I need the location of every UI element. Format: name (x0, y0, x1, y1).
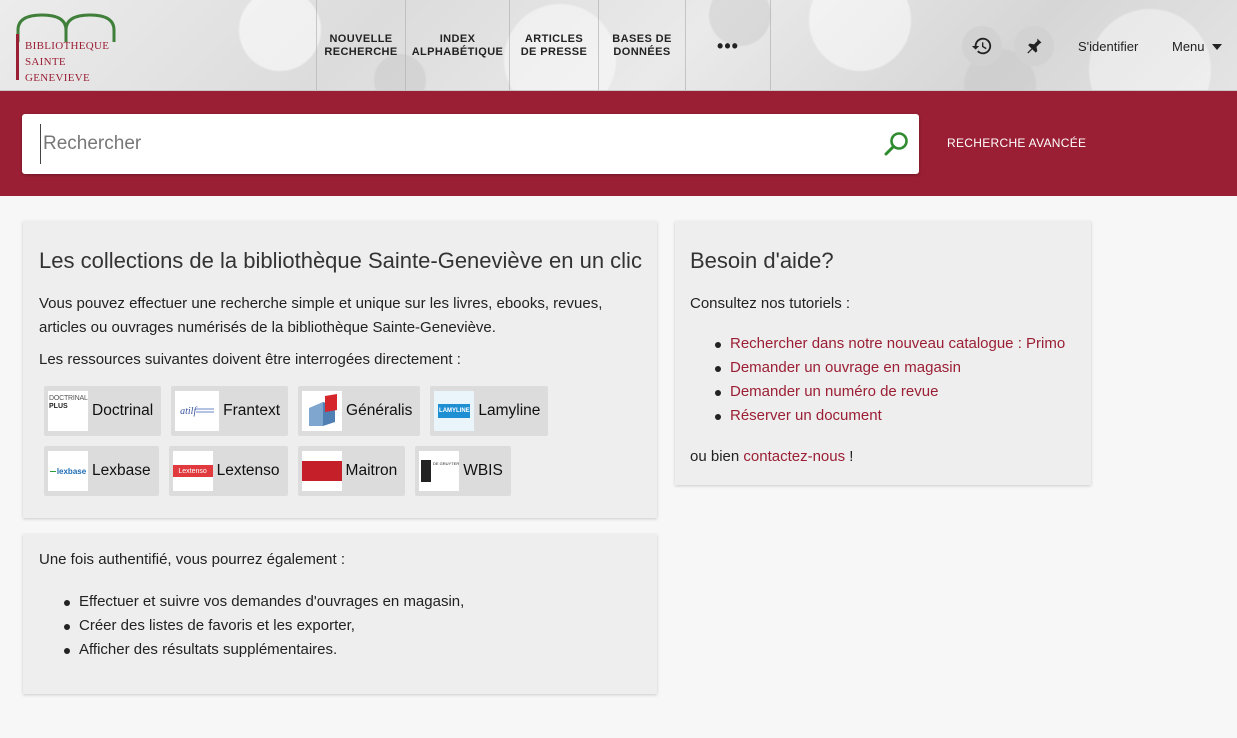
pinned-items-button[interactable] (1014, 26, 1054, 66)
maitron-logo-icon (301, 451, 342, 491)
auth-benefits-list: Effectuer et suivre vos demandes d'ouvra… (39, 590, 464, 662)
nav-alphabetical-index[interactable]: INDEX ALPHABÉTIQUE (405, 0, 509, 90)
history-button[interactable] (962, 26, 1002, 66)
help-title: Besoin d'aide? (690, 248, 834, 273)
tutorial-link-reserve[interactable]: Réserver un document (730, 407, 882, 424)
resource-label: Doctrinal (92, 402, 154, 419)
generalis-cube-icon (309, 394, 338, 426)
resources-row: lexbase Lexbase Lextenso Lextenso Maitro… (44, 446, 521, 496)
frantext-logo-text: atilf (180, 405, 197, 417)
history-icon (971, 37, 992, 55)
wbis-logo-icon: DE GRUYTER (419, 451, 460, 491)
tutorial-link-request-book[interactable]: Demander un ouvrage en magasin (730, 359, 961, 376)
main-nav: NOUVELLE RECHERCHE INDEX ALPHABÉTIQUE ARTI… (316, 0, 771, 90)
lamyline-logo-icon: LAMYLINE (434, 391, 475, 431)
nav-more-button[interactable]: ••• (685, 0, 771, 90)
resource-label: Lextenso (216, 462, 280, 479)
search-icon[interactable] (883, 130, 911, 158)
frantext-logo-icon: atilf (175, 391, 220, 431)
library-logo[interactable]: BIBLIOTHEQUE SAINTE GENEVIEVE (16, 12, 118, 84)
nav-label-line1: BASES DE (612, 32, 672, 45)
menu-label: Menu (1172, 39, 1205, 54)
collections-title: Les collections de la bibliothèque Saint… (39, 248, 642, 273)
lamyline-logo-text: LAMYLINE (439, 408, 470, 414)
nav-label-line2: DE PRESSE (520, 45, 588, 58)
collections-intro: Vous pouvez effectuer une recherche simp… (39, 292, 639, 340)
logo-bar-icon (16, 34, 19, 80)
resource-lamyline[interactable]: LAMYLINE Lamyline (430, 386, 549, 436)
resources-row: DOCTRINAL PLUS Doctrinal atilf Frantext … (44, 386, 558, 436)
list-item: Effectuer et suivre vos demandes d'ouvra… (39, 590, 464, 614)
resource-lexbase[interactable]: lexbase Lexbase (44, 446, 159, 496)
contact-prefix: ou bien (690, 448, 740, 465)
resource-wbis[interactable]: DE GRUYTER WBIS (415, 446, 511, 496)
resource-label: Généralis (346, 402, 413, 419)
resource-label: WBIS (463, 462, 503, 479)
logo-line-1: BIBLIOTHEQUE (25, 40, 110, 52)
nav-label-line2: DONNÉES (613, 45, 671, 58)
list-item: Afficher des résultats supplémentaires. (39, 638, 464, 662)
lextenso-logo-icon: Lextenso (172, 451, 213, 491)
nav-label-line1: INDEX (439, 32, 476, 45)
frantext-lines-icon (196, 408, 215, 413)
caret-down-icon (1211, 43, 1222, 50)
resource-frantext[interactable]: atilf Frantext (171, 386, 289, 436)
nav-databases[interactable]: BASES DE DONNÉES (598, 0, 685, 90)
signin-link[interactable]: S'identifier (1078, 39, 1138, 54)
authentication-card: Une fois authentifié, vous pourrez égale… (23, 534, 657, 694)
pin-icon (1027, 38, 1042, 54)
more-dots-icon: ••• (717, 35, 739, 56)
doctrinal-logo-text-b: PLUS (49, 403, 68, 410)
collections-intro-line2: articles ou ouvrages numérisés de la bib… (39, 319, 496, 336)
resource-label: Lexbase (92, 462, 151, 479)
resource-label: Lamyline (478, 402, 541, 419)
resource-lextenso[interactable]: Lextenso Lextenso (168, 446, 288, 496)
advanced-search-link[interactable]: RECHERCHE AVANCÉE (947, 136, 1086, 150)
list-item: Créer des listes de favoris et les expor… (39, 614, 464, 638)
header: BIBLIOTHEQUE SAINTE GENEVIEVE NOUVELLE RE… (0, 0, 1237, 91)
list-item: Demander un ouvrage en magasin (690, 356, 1065, 380)
auth-intro: Une fois authentifié, vous pourrez égale… (39, 551, 346, 568)
menu-button[interactable]: Menu (1172, 39, 1222, 54)
resource-maitron[interactable]: Maitron (297, 446, 406, 496)
contact-suffix: ! (849, 448, 854, 465)
resource-label: Frantext (223, 402, 281, 419)
help-intro: Consultez nos tutoriels : (690, 295, 851, 312)
logo-line-3: GENEVIEVE (25, 72, 91, 84)
nav-label-line1: ARTICLES (524, 32, 584, 45)
resource-doctrinal[interactable]: DOCTRINAL PLUS Doctrinal (44, 386, 162, 436)
collections-intro-line1: Vous pouvez effectuer une recherche simp… (39, 295, 603, 312)
logo-text: BIBLIOTHEQUE SAINTE GENEVIEVE (25, 38, 109, 86)
collections-direct-text: Les ressources suivantes doivent être in… (39, 351, 461, 368)
nav-label-line1: NOUVELLE (329, 32, 393, 45)
lexbase-logo-text: lexbase (56, 466, 87, 476)
list-item: Réserver un document (690, 404, 1065, 428)
nav-press-articles[interactable]: ARTICLES DE PRESSE (509, 0, 598, 90)
resource-generalis[interactable]: Généralis (298, 386, 421, 436)
collections-card: Les collections de la bibliothèque Saint… (23, 221, 657, 518)
list-item: Rechercher dans notre nouveau catalogue … (690, 332, 1065, 356)
help-card: Besoin d'aide? Consultez nos tutoriels :… (675, 221, 1091, 485)
generalis-logo-icon (302, 391, 343, 431)
nav-new-search[interactable]: NOUVELLE RECHERCHE (316, 0, 405, 90)
help-contact-text: ou bien contactez-nous ! (690, 445, 853, 469)
help-links-list: Rechercher dans notre nouveau catalogue … (690, 332, 1065, 428)
resource-label: Maitron (345, 462, 398, 479)
wbis-logo-text: DE GRUYTER (432, 461, 460, 466)
list-item: Demander un numéro de revue (690, 380, 1065, 404)
lextenso-logo-text: Lextenso (178, 467, 207, 475)
lexbase-logo-icon: lexbase (48, 451, 88, 491)
tutorial-link-primo[interactable]: Rechercher dans notre nouveau catalogue … (730, 335, 1065, 352)
search-box (22, 114, 919, 174)
doctrinal-logo-text-a: DOCTRINAL (49, 395, 88, 402)
nav-label-line2: RECHERCHE (324, 45, 398, 58)
search-band: RECHERCHE AVANCÉE (0, 91, 1237, 196)
contact-link[interactable]: contactez-nous (743, 448, 845, 465)
logo-line-2: SAINTE (25, 56, 66, 68)
doctrinal-logo-icon: DOCTRINAL PLUS (48, 391, 88, 431)
tutorial-link-request-issue[interactable]: Demander un numéro de revue (730, 383, 938, 400)
search-input[interactable] (40, 124, 880, 164)
nav-label-line2: ALPHABÉTIQUE (411, 45, 504, 58)
